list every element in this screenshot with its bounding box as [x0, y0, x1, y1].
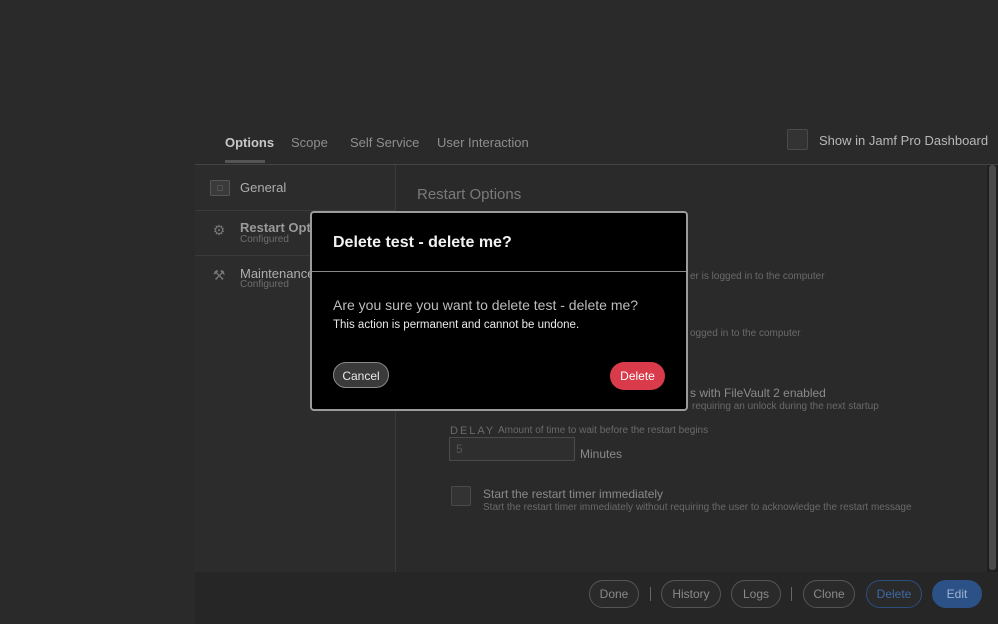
sidebar-item-general[interactable]: □ General: [195, 165, 395, 211]
dashboard-checkbox[interactable]: [787, 129, 808, 150]
option-description: ogged in to the computer: [690, 328, 801, 339]
scrollbar-thumb[interactable]: [989, 165, 996, 570]
footer-separator: [791, 587, 792, 601]
minutes-label: Minutes: [580, 447, 623, 461]
tab-scope[interactable]: Scope: [291, 135, 328, 150]
tab-user-interaction[interactable]: User Interaction: [437, 135, 529, 150]
confirm-delete-button[interactable]: Delete: [610, 362, 665, 390]
done-button[interactable]: Done: [589, 580, 639, 608]
general-box-icon: □: [210, 180, 230, 196]
footer-separator: [650, 587, 651, 601]
logs-button[interactable]: Logs: [731, 580, 781, 608]
dashboard-label: Show in Jamf Pro Dashboard: [819, 133, 989, 148]
cancel-button[interactable]: Cancel: [333, 362, 389, 388]
sidebar-item-label: General: [240, 180, 287, 195]
delay-input[interactable]: [449, 437, 575, 461]
sidebar-item-label: Restart Opti: [240, 220, 315, 235]
section-title: Restart Options: [417, 186, 522, 203]
delay-label: DELAY: [450, 425, 496, 437]
sidebar-item-status: Configured: [240, 234, 289, 245]
option-description: er is logged in to the computer: [690, 271, 825, 282]
edit-button[interactable]: Edit: [932, 580, 982, 608]
clone-button[interactable]: Clone: [803, 580, 855, 608]
dialog-divider: [312, 271, 686, 272]
restart-timer-checkbox[interactable]: [451, 486, 471, 506]
dialog-warning: This action is permanent and cannot be u…: [333, 319, 580, 331]
dialog-title: Delete test - delete me?: [333, 234, 512, 251]
tab-options[interactable]: Options: [225, 135, 274, 150]
wrench-hammer-icon: ⚒: [212, 267, 226, 283]
delete-footer-button[interactable]: Delete: [866, 580, 922, 608]
filevault-option-description: requiring an unlock during the next star…: [692, 401, 879, 412]
history-button[interactable]: History: [661, 580, 721, 608]
delay-description: Amount of time to wait before the restar…: [498, 425, 709, 436]
delete-confirmation-dialog: Delete test - delete me? Are you sure yo…: [310, 211, 688, 411]
restart-timer-description: Start the restart timer immediately with…: [483, 502, 912, 513]
dialog-question: Are you sure you want to delete test - d…: [333, 297, 639, 313]
tab-self-service[interactable]: Self Service: [350, 135, 419, 150]
active-tab-underline: [225, 160, 265, 163]
filevault-option-label: s with FileVault 2 enabled: [690, 386, 826, 400]
restart-gear-icon: ⚙: [212, 222, 226, 238]
sidebar-item-status: Configured: [240, 279, 289, 290]
restart-timer-label: Start the restart timer immediately: [483, 487, 664, 501]
